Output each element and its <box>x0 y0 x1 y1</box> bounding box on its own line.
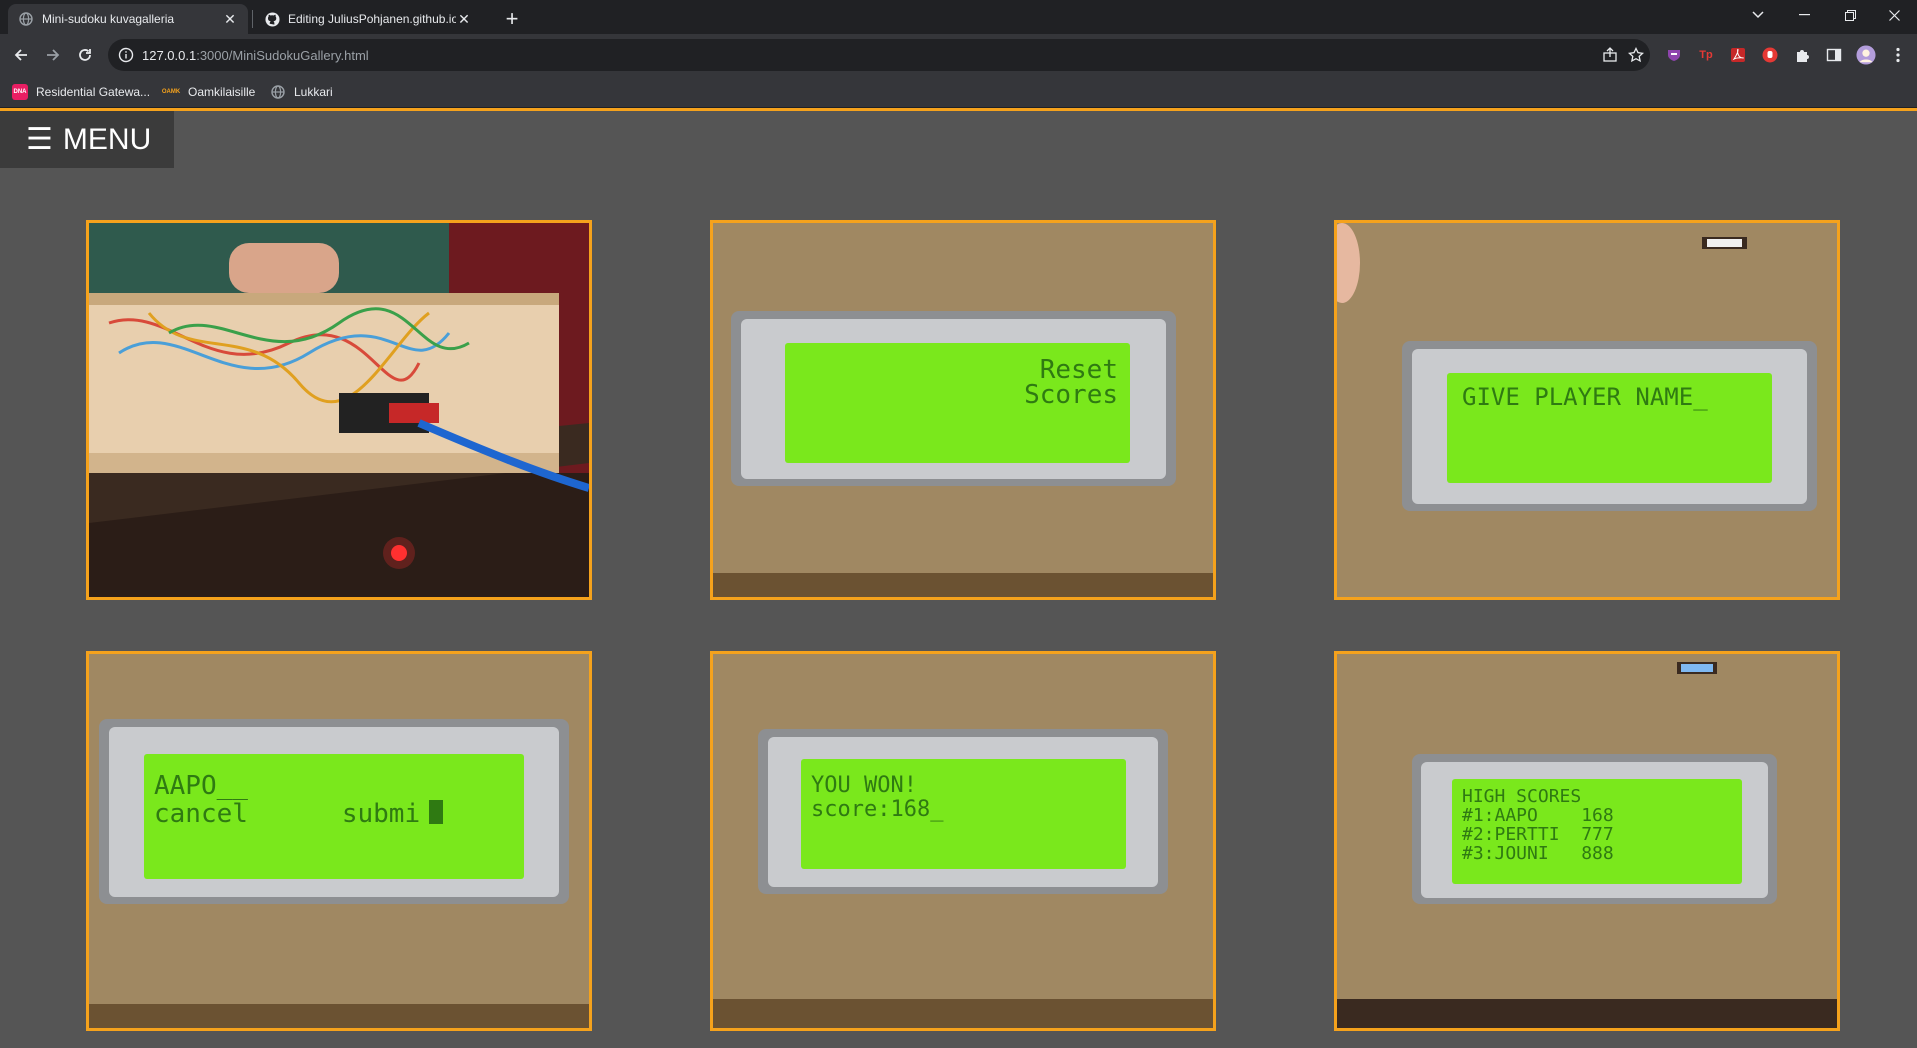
lcd-line-2: score:168_ <box>811 797 944 822</box>
share-icon[interactable] <box>1602 47 1618 63</box>
tab-title: Mini-sudoku kuvagalleria <box>42 12 175 26</box>
bookmark-lukkari[interactable]: Lukkari <box>270 83 333 101</box>
gallery-photo-reset-scores[interactable]: Reset Scores <box>710 220 1216 600</box>
oamk-logo-icon: OAMK <box>161 89 181 95</box>
lcd-line-1: GIVE PLAYER NAME_ <box>1462 383 1708 411</box>
minimize-button[interactable] <box>1781 0 1827 30</box>
browser-toolbar: 127.0.0.1:3000/MiniSudokuGallery.html Tp <box>0 34 1917 76</box>
lcd-photo-image: GIVE PLAYER NAME_ <box>1337 223 1837 597</box>
lcd-photo-image: HIGH SCORES #1:AAPO 168 #2:PERTTI 777 #3… <box>1337 654 1837 1028</box>
tab-title: Editing JuliusPohjanen.github.io/ <box>288 12 456 26</box>
bookmark-oamkilaisille[interactable]: OAMK Oamkilaisille <box>161 83 256 101</box>
lcd-line-2: cancel submi <box>154 799 420 829</box>
extension-shield-icon[interactable] <box>1664 45 1684 65</box>
profile-avatar[interactable] <box>1856 45 1876 65</box>
extensions-puzzle-icon[interactable] <box>1792 45 1812 65</box>
globe-icon <box>18 11 34 27</box>
address-bar[interactable]: 127.0.0.1:3000/MiniSudokuGallery.html <box>108 39 1650 71</box>
new-tab-button[interactable]: + <box>498 6 526 34</box>
close-icon[interactable]: ✕ <box>222 11 238 27</box>
dna-logo-icon: DNA <box>12 84 28 100</box>
lcd-line-4: #3:JOUNI 888 <box>1462 843 1614 864</box>
extension-tp-icon[interactable]: Tp <box>1696 45 1716 65</box>
gallery-photo-wiring[interactable] <box>86 220 592 600</box>
hamburger-icon: ☰ <box>26 123 53 156</box>
close-icon[interactable]: ✕ <box>456 11 472 27</box>
lcd-line-1: HIGH SCORES <box>1462 786 1581 807</box>
side-panel-icon[interactable] <box>1824 45 1844 65</box>
bookmarks-bar: DNA Residential Gatewa... OAMK Oamkilais… <box>0 76 1917 108</box>
menu-label: MENU <box>62 122 152 156</box>
lcd-line-2: Scores <box>1024 380 1118 410</box>
forward-icon[interactable] <box>39 41 67 69</box>
tab-strip: Mini-sudoku kuvagalleria ✕ Editing Juliu… <box>0 0 1917 34</box>
gallery-photo-name-entry[interactable]: AAPO__ cancel submi <box>86 651 592 1031</box>
globe-icon <box>270 84 286 100</box>
reload-icon[interactable] <box>71 41 99 69</box>
browser-menu-icon[interactable] <box>1888 45 1908 65</box>
tab-search-button[interactable] <box>1735 0 1781 30</box>
gallery-photo-player-name[interactable]: GIVE PLAYER NAME_ <box>1334 220 1840 600</box>
tab-editing[interactable]: Editing JuliusPohjanen.github.io/ ✕ <box>254 4 482 34</box>
page-content: ☰ MENU Reset Scores GIVE PLAYER NAME_ AA… <box>0 108 1917 1048</box>
address-host: 127.0.0.1 <box>142 47 197 63</box>
lcd-line-3: #2:PERTTI 777 <box>1462 824 1614 845</box>
restore-button[interactable] <box>1827 0 1873 30</box>
bookmark-label: Lukkari <box>294 85 333 99</box>
lcd-line-2: #1:AAPO 168 <box>1462 805 1614 826</box>
gallery-photo-you-won[interactable]: YOU WON! score:168_ <box>710 651 1216 1031</box>
extension-hand-icon[interactable] <box>1760 45 1780 65</box>
bookmark-residential-gateway[interactable]: DNA Residential Gatewa... <box>12 83 150 101</box>
wiring-photo-image <box>89 223 589 597</box>
pdf-icon[interactable] <box>1728 45 1748 65</box>
window-close-button[interactable] <box>1871 0 1917 30</box>
site-info-icon[interactable] <box>118 47 134 63</box>
tab-gallery[interactable]: Mini-sudoku kuvagalleria ✕ <box>8 4 248 34</box>
lcd-line-1: YOU WON! <box>811 773 917 798</box>
lcd-photo-image: AAPO__ cancel submi <box>89 654 589 1028</box>
lcd-photo-image: Reset Scores <box>713 223 1213 597</box>
menu-button[interactable]: ☰ MENU <box>0 111 174 168</box>
bookmark-star-icon[interactable] <box>1627 46 1645 63</box>
address-path: :3000/MiniSudokuGallery.html <box>196 47 369 63</box>
bookmark-label: Residential Gatewa... <box>36 85 151 99</box>
tab-separator <box>252 10 253 28</box>
lcd-photo-image: YOU WON! score:168_ <box>713 654 1213 1028</box>
lcd-line-1: AAPO__ <box>154 771 248 801</box>
bookmark-label: Oamkilaisille <box>188 85 256 99</box>
back-icon[interactable] <box>7 41 35 69</box>
github-icon <box>264 11 280 27</box>
gallery-photo-high-scores[interactable]: HIGH SCORES #1:AAPO 168 #2:PERTTI 777 #3… <box>1334 651 1840 1031</box>
